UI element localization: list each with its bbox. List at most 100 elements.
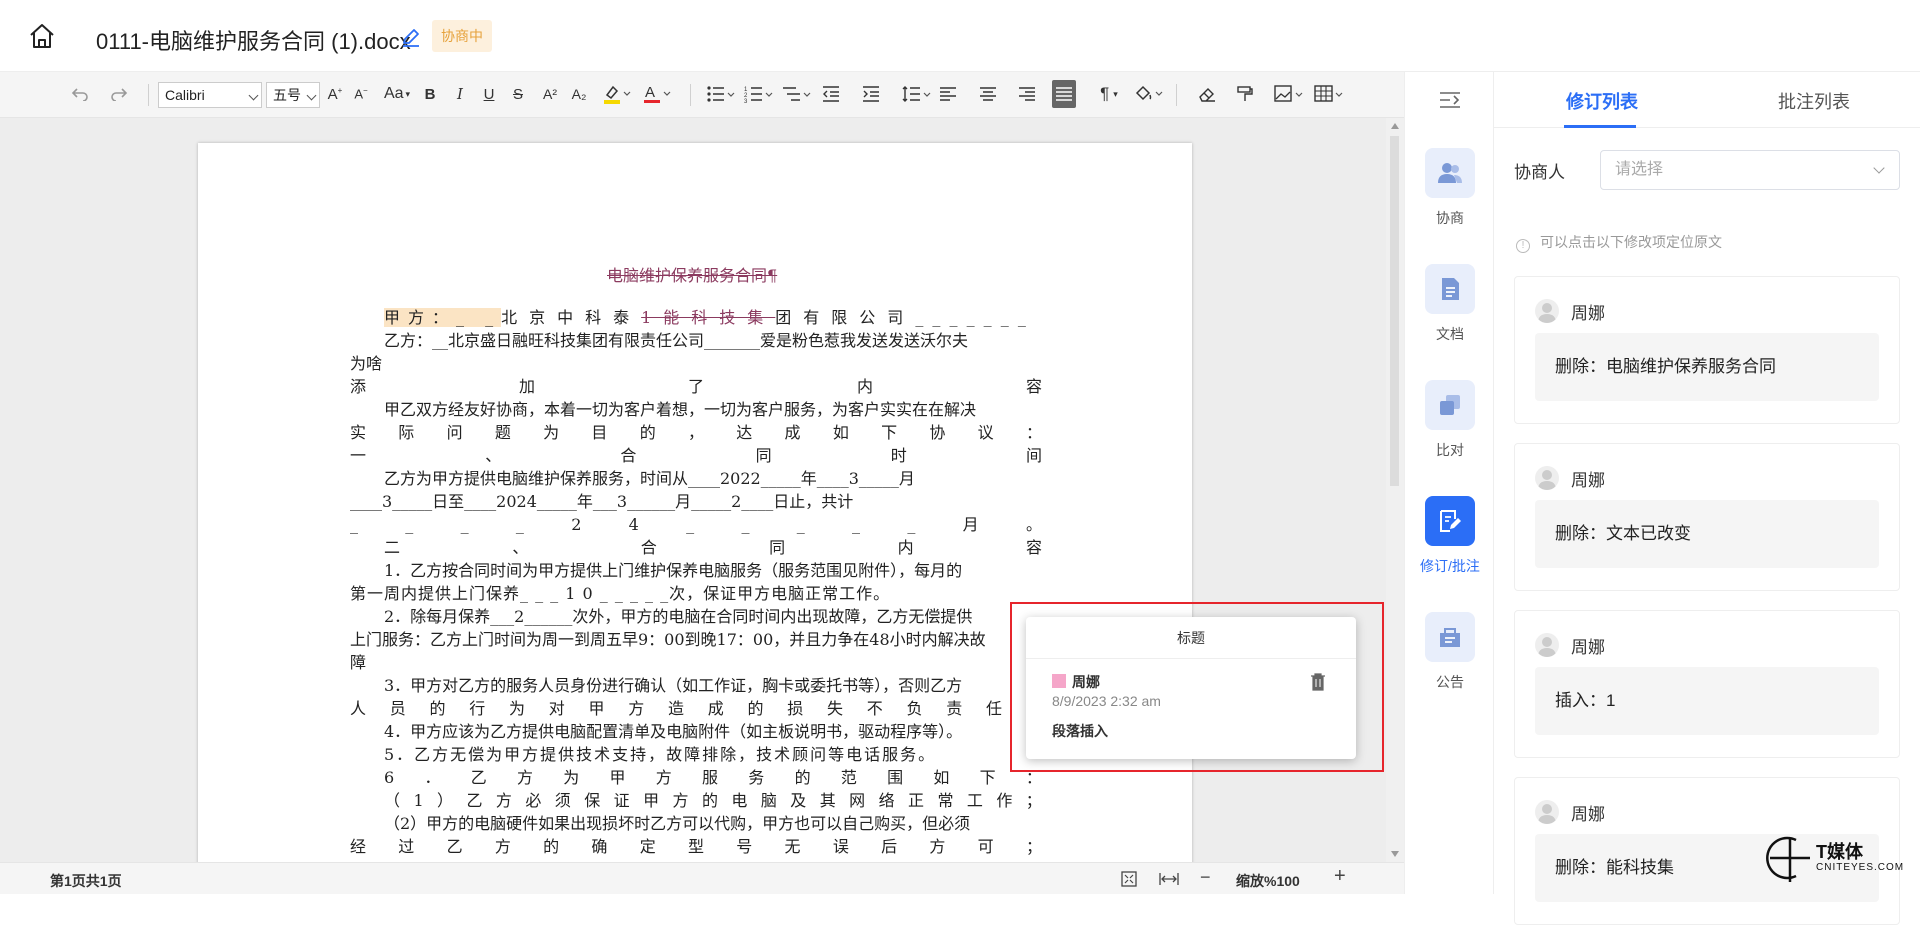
card-content: 插入：1 [1535, 667, 1879, 735]
zoom-out-button[interactable]: − [1200, 867, 1218, 887]
align-left-icon[interactable] [938, 80, 958, 108]
doc-char: 不 [866, 699, 883, 718]
subscript-button[interactable]: A₂ [568, 80, 590, 108]
toolbar-divider [1176, 84, 1177, 106]
shrink-font-icon[interactable]: A− [352, 80, 370, 108]
doc-char: 无 [784, 837, 801, 856]
document-title: 0111-电脑维护服务合同 (1).docx [96, 29, 411, 54]
fit-page-icon[interactable] [1120, 870, 1138, 888]
paragraph-mark-button[interactable]: ¶ ▾ [1094, 80, 1124, 108]
doc-char: 的 [639, 423, 656, 442]
doc-char: 同 [769, 538, 786, 557]
avatar [1535, 800, 1559, 824]
period-line-3: _ _ _ _ 2 4 _ _ _ _ _ 月 。 [350, 513, 1042, 536]
justify-icon[interactable] [1052, 80, 1076, 108]
align-right-icon[interactable] [1017, 80, 1037, 108]
grow-font-icon[interactable]: A+ [326, 80, 344, 108]
doc-char: 误 [832, 837, 849, 856]
scrollbar-thumb[interactable] [1390, 136, 1399, 486]
superscript-button[interactable]: A² [540, 80, 560, 108]
line-spacing-icon[interactable] [900, 80, 934, 108]
doc-char: 须 [554, 791, 571, 810]
party-a-mid: 北京中科泰 [501, 308, 642, 327]
eraser-icon[interactable] [1196, 80, 1218, 108]
revision-card[interactable]: 周娜 删除：电脑维护保养服务合同 [1514, 276, 1900, 424]
italic-button[interactable]: I [452, 80, 468, 108]
rail-item-announcement[interactable]: 公告 [1405, 612, 1495, 702]
format-painter-icon[interactable] [1234, 80, 1256, 108]
multilevel-list-icon[interactable] [780, 80, 814, 108]
page-indicator: 第1页共1页 [50, 873, 122, 889]
rail-item-negotiate[interactable]: 协商 [1405, 148, 1495, 238]
home-icon[interactable] [28, 22, 56, 50]
undo-icon[interactable] [68, 80, 92, 108]
vertical-scrollbar[interactable] [1386, 118, 1404, 862]
redo-icon[interactable] [107, 80, 131, 108]
doc-char: 目 [591, 423, 608, 442]
active-tab-indicator [1564, 125, 1636, 128]
change-case-button[interactable]: Aa ▾ [380, 80, 414, 108]
doc-char: （ [384, 791, 401, 810]
doc-char: 经 [350, 837, 367, 856]
card-content: 删除：电脑维护保养服务合同 [1535, 333, 1879, 401]
negotiator-select[interactable]: 请选择 [1600, 150, 1900, 190]
font-color-icon[interactable]: A [640, 80, 674, 108]
revision-panel: 修订列表 批注列表 协商人 请选择 ! 可以点击以下修改项定位原文 周娜 删除：电… [1494, 72, 1920, 925]
numbered-list-icon[interactable]: 123 [742, 80, 776, 108]
doc-char: 负 [906, 699, 923, 718]
doc-char: 范 [840, 768, 857, 787]
party-a-deleted: 1能科技集 [641, 308, 776, 327]
doc-char: 方 [494, 837, 511, 856]
revision-card[interactable]: 周娜 插入：1 [1514, 610, 1900, 758]
align-center-icon[interactable] [978, 80, 998, 108]
collapse-panel-icon[interactable] [1438, 90, 1462, 110]
card-author: 周娜 [1571, 304, 1605, 323]
revision-card[interactable]: 周娜 删除：文本已改变 [1514, 443, 1900, 591]
doc-char: 甲 [588, 699, 605, 718]
doc-char: 内 [897, 538, 914, 557]
decrease-indent-icon[interactable] [820, 80, 842, 108]
image-icon[interactable] [1272, 80, 1306, 108]
doc-char: 的 [747, 699, 764, 718]
table-icon[interactable] [1312, 80, 1346, 108]
doc-char: 其 [819, 791, 836, 810]
tab-comment-list[interactable]: 批注列表 [1778, 88, 1850, 114]
fill-color-icon[interactable] [1132, 80, 1166, 108]
bold-button[interactable]: B [422, 80, 438, 108]
scroll-up-icon[interactable] [1391, 123, 1399, 129]
section-two-line: 二 、 合 同 内 容 [350, 536, 1042, 559]
font-size-select[interactable]: 五号 [266, 82, 320, 108]
doc-char: ） [437, 791, 454, 810]
doc-char: 络 [878, 791, 895, 810]
rail-item-compare[interactable]: 比对 [1405, 380, 1495, 470]
doc-char: 4 [628, 515, 639, 534]
item-6-2-line-b: 经 过 乙 方 的 确 定 型 号 无 误 后 方 可 ； [350, 835, 1042, 858]
doc-char: 可 [977, 837, 994, 856]
increase-indent-icon[interactable] [860, 80, 882, 108]
rail-item-revisions[interactable]: 修订/批注 [1405, 496, 1495, 586]
watermark-url: CNITEYES.COM [1816, 862, 1905, 873]
highlight-icon[interactable] [600, 80, 634, 108]
edit-icon[interactable] [400, 26, 422, 48]
rail-label: 协商 [1436, 210, 1464, 226]
paragraph-mark-label: ¶ [1100, 84, 1110, 103]
doc-char: 方 [516, 768, 533, 787]
font-family-select[interactable]: Calibri [158, 82, 262, 108]
underline-button[interactable]: U [481, 80, 497, 108]
doc-char: ． [424, 768, 441, 787]
fit-width-icon[interactable] [1158, 870, 1180, 888]
formatting-toolbar: Calibri 五号 A+ A− Aa ▾ B I U S A² A₂ A 123 [0, 72, 1404, 118]
party-b-line: 乙方：__北京盛日融旺科技集团有限责任公司_______爱是粉色惹我发送发送沃尔… [384, 331, 969, 350]
bullet-list-icon[interactable] [704, 80, 738, 108]
doc-char: 方 [628, 699, 645, 718]
scroll-down-icon[interactable] [1391, 851, 1399, 857]
doc-char: 二 [384, 538, 401, 557]
doc-char: 网 [849, 791, 866, 810]
strikethrough-button[interactable]: S [510, 80, 526, 108]
doc-char: ， [687, 423, 704, 442]
rail-item-document[interactable]: 文档 [1405, 264, 1495, 354]
zoom-in-button[interactable]: + [1334, 865, 1352, 887]
doc-char: _ [741, 515, 750, 534]
item-6-line: 6 ．乙方为甲方服务的范围如下： [350, 766, 1042, 789]
tab-revision-list[interactable]: 修订列表 [1566, 88, 1638, 114]
